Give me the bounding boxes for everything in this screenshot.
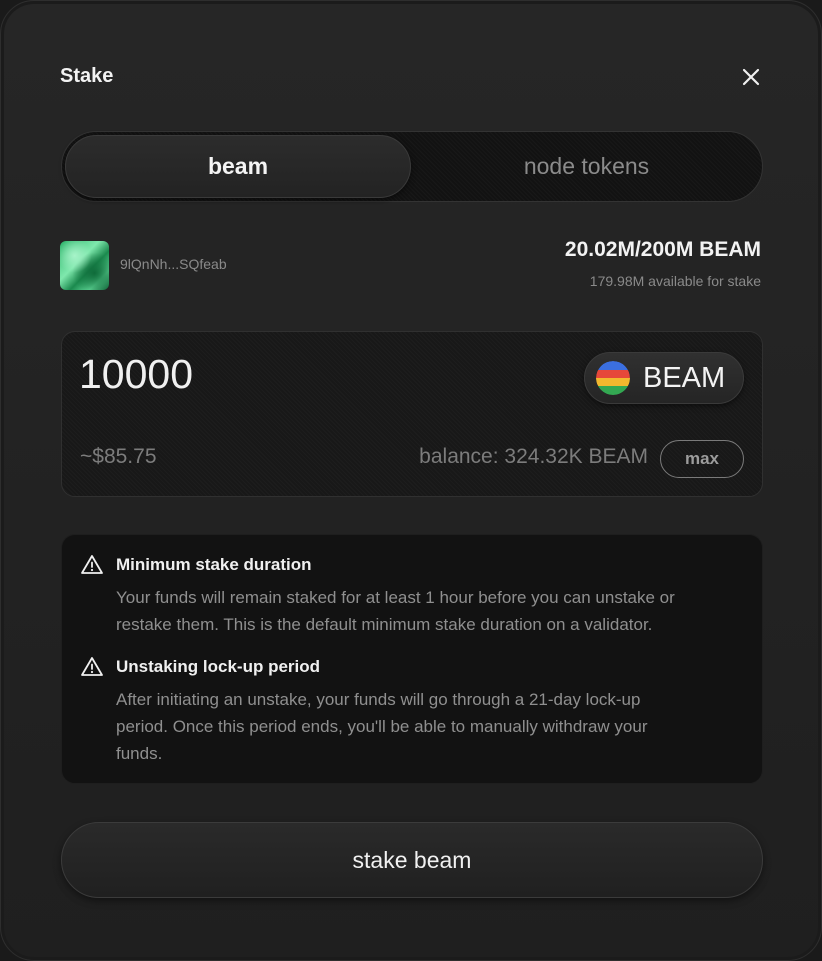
- token-label: BEAM: [643, 361, 726, 394]
- tab-node-tokens[interactable]: node tokens: [412, 135, 761, 198]
- amount-input[interactable]: [79, 350, 439, 398]
- notice-line: After initiating an unstake, your funds …: [116, 690, 641, 709]
- notice-line: Your funds will remain staked for at lea…: [116, 588, 675, 607]
- notice-line: funds.: [116, 744, 163, 763]
- notice-title: Unstaking lock-up period: [116, 657, 321, 676]
- stake-available: 179.98M available for stake: [589, 273, 761, 289]
- warning-icon: [81, 555, 103, 574]
- modal-title: Stake: [60, 65, 114, 87]
- token-selector[interactable]: BEAM: [584, 352, 744, 404]
- stake-notices: Minimum stake duration Your funds will r…: [61, 534, 763, 784]
- notice-text: After initiating an unstake, your funds …: [116, 686, 740, 767]
- account-avatar: [60, 241, 109, 290]
- tab-beam[interactable]: beam: [65, 135, 411, 198]
- max-button[interactable]: max: [660, 440, 744, 478]
- notice-line: period. Once this period ends, you'll be…: [116, 717, 648, 736]
- account-address: 9lQnNh...SQfeab: [120, 256, 227, 272]
- close-icon: [742, 68, 760, 86]
- asset-tabs: beam node tokens: [61, 131, 763, 202]
- amount-panel: BEAM ~$85.75 balance: 324.32K BEAM max: [61, 331, 763, 497]
- notice-line: restake them. This is the default minimu…: [116, 615, 653, 634]
- notice-text: Your funds will remain staked for at lea…: [116, 584, 740, 638]
- usd-value: ~$85.75: [80, 445, 157, 468]
- notice-title: Minimum stake duration: [116, 555, 312, 574]
- stake-button[interactable]: stake beam: [61, 822, 763, 898]
- balance-text: balance: 324.32K BEAM: [419, 445, 648, 468]
- notice-unstaking-lockup: Unstaking lock-up period After initiatin…: [80, 655, 740, 767]
- close-button[interactable]: [739, 65, 763, 89]
- warning-icon: [81, 657, 103, 676]
- stake-modal: Stake beam node tokens 9lQnNh...SQfeab 2…: [0, 0, 822, 961]
- beam-token-icon: [596, 361, 630, 395]
- stake-total: 20.02M/200M BEAM: [564, 238, 761, 261]
- notice-minimum-duration: Minimum stake duration Your funds will r…: [80, 553, 740, 638]
